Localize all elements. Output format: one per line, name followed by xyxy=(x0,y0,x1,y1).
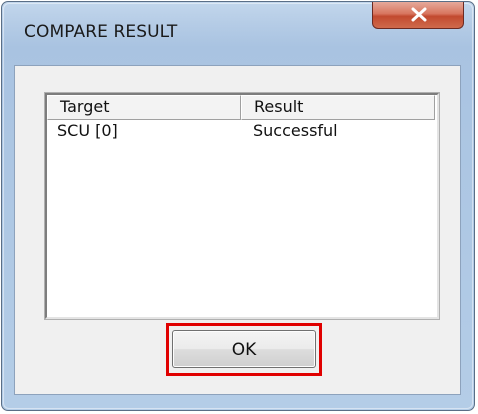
ok-button[interactable]: OK xyxy=(172,330,316,368)
window-title: COMPARE RESULT xyxy=(24,22,178,42)
result-list[interactable]: Target Result SCU [0] Successful xyxy=(44,92,440,320)
dialog-window: COMPARE RESULT Target Result SCU [0] Suc… xyxy=(1,1,475,411)
close-icon xyxy=(411,7,427,22)
column-header-result[interactable]: Result xyxy=(241,95,435,120)
list-header: Target Result xyxy=(47,95,437,120)
cell-target: SCU [0] xyxy=(57,121,118,140)
dialog-content: Target Result SCU [0] Successful OK xyxy=(14,65,461,395)
close-button[interactable] xyxy=(372,2,464,29)
column-header-target[interactable]: Target xyxy=(47,95,241,120)
list-row[interactable]: SCU [0] Successful xyxy=(47,120,437,142)
cell-result: Successful xyxy=(253,121,338,140)
